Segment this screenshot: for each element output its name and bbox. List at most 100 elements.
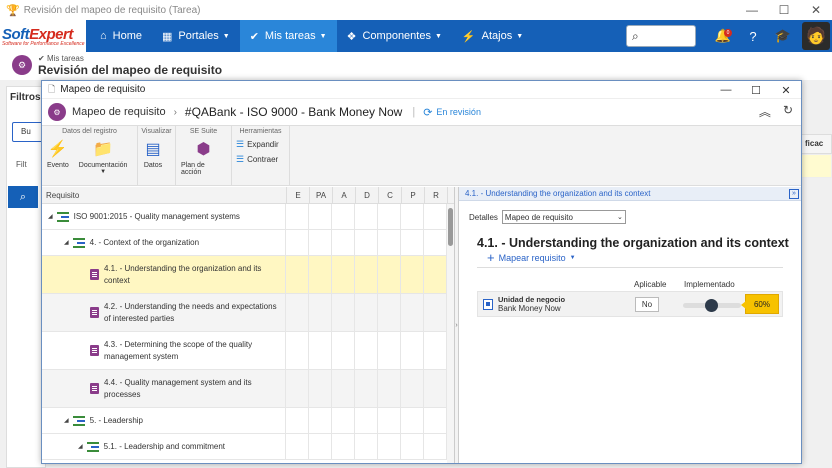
dialog-header: ⚙ Mapeo de requisito › #QABank - ISO 900… — [42, 99, 801, 125]
business-unit-row: Unidad de negocio Bank Money Now No 60% — [477, 291, 783, 317]
documentation-button[interactable]: 📁 Documentación ▼ — [74, 137, 133, 185]
user-avatar[interactable]: 🧑 — [802, 22, 830, 50]
dialog-titlebar: 🗋 Mapeo de requisito — ☐ ✕ — [42, 81, 801, 99]
caret-down-icon: ▼ — [434, 32, 442, 40]
column-header-c[interactable]: C — [379, 187, 402, 203]
table-row-selected[interactable]: 4.1. - Understanding the organization an… — [42, 256, 447, 294]
row-label: ISO 9001:2015 - Quality management syste… — [73, 211, 240, 221]
expand-tree-icon: ☰ — [236, 139, 245, 149]
nav-mis-tareas[interactable]: ✔ Mis tareas ▼ — [239, 20, 337, 52]
help-button[interactable]: ? — [738, 20, 768, 52]
table-row[interactable]: 4.4. - Quality management system and its… — [42, 370, 447, 408]
folder-icon: 📁 — [93, 141, 114, 158]
close-icon[interactable]: ✕ — [800, 0, 832, 20]
notifications-button[interactable]: 🔔 0 — [708, 20, 738, 52]
dialog-maximize-icon[interactable]: ☐ — [741, 81, 771, 99]
row-label: 4.1. - Understanding the organization an… — [104, 263, 262, 285]
collapse-triangle-icon[interactable]: ◢ — [64, 237, 69, 249]
expand-button-label: Expandir — [247, 140, 279, 149]
logo-tagline: Software for Performance Excellence — [2, 40, 85, 47]
grid-scrollbar[interactable] — [447, 204, 454, 463]
caret-down-icon: ▼ — [319, 32, 327, 40]
implementado-slider[interactable] — [683, 299, 741, 312]
action-plan-button[interactable]: ⬢ Plan de acción — [176, 137, 231, 185]
expand-button[interactable]: ☰ Expandir — [236, 139, 285, 150]
collapse-triangle-icon[interactable]: ◢ — [48, 211, 53, 223]
home-icon: ⌂ — [100, 30, 107, 42]
column-header-d[interactable]: D — [356, 187, 379, 203]
scrollbar-thumb[interactable] — [448, 208, 453, 246]
col-implementado-header: Implementado — [684, 280, 735, 289]
nav-mis-tareas-label: Mis tareas — [264, 30, 316, 42]
collapse-panel-icon[interactable]: » — [789, 189, 799, 199]
trophy-icon: 🏆 — [6, 4, 20, 17]
caret-down-icon: ▼ — [100, 169, 107, 175]
details-select[interactable]: Mapeo de requisito ⌄ — [501, 210, 626, 224]
details-label: Detalles — [469, 212, 498, 222]
reload-icon[interactable]: ↻ — [783, 103, 793, 120]
nav-componentes[interactable]: ❖ Componentes ▼ — [337, 20, 452, 52]
caret-down-icon: ▼ — [516, 32, 524, 40]
divider: | — [412, 106, 416, 118]
collapse-up-icon[interactable]: ︽ — [759, 103, 771, 120]
window-title: Revisión del mapeo de requisito (Tarea) — [23, 4, 201, 16]
structure-icon — [56, 211, 69, 222]
row-label: 4.3. - Determining the scope of the qual… — [104, 339, 253, 361]
global-search-input[interactable]: ⌕ — [626, 25, 696, 47]
column-header-a[interactable]: A — [333, 187, 356, 203]
event-button-label: Evento — [47, 162, 69, 169]
table-row[interactable]: ◢ 5. - Leadership — [42, 408, 447, 434]
dialog-breadcrumb[interactable]: Mapeo de requisito — [72, 106, 166, 118]
table-row[interactable]: 4.3. - Determining the scope of the qual… — [42, 332, 447, 370]
detail-header-title: 4.1. - Understanding the organization an… — [465, 189, 651, 198]
map-requirement-label: Mapear requisito — [498, 252, 566, 263]
collapse-button[interactable]: ☰ Contraer — [236, 154, 285, 165]
dialog-close-icon[interactable]: ✕ — [771, 81, 801, 99]
training-button[interactable]: 🎓 — [768, 20, 798, 52]
caret-down-icon: ▼ — [222, 32, 230, 40]
row-label: 4.2. - Understanding the needs and expec… — [104, 301, 277, 323]
notification-badge: 0 — [724, 29, 732, 37]
column-header-pa[interactable]: PA — [310, 187, 333, 203]
table-row[interactable]: ◢ 5.1. - Leadership and commitment — [42, 434, 447, 460]
table-row[interactable]: 4.2. - Understanding the needs and expec… — [42, 294, 447, 332]
minimize-icon[interactable]: — — [736, 0, 768, 20]
column-header-r[interactable]: R — [425, 187, 448, 203]
background-search-button[interactable]: ⌕ — [8, 186, 38, 208]
map-requirement-link[interactable]: + Mapear requisito ▼ — [487, 250, 576, 265]
collapse-triangle-icon[interactable]: ◢ — [78, 441, 83, 453]
requirement-icon — [90, 345, 99, 356]
grid-icon: ▦ — [162, 30, 173, 43]
page-breadcrumb[interactable]: Mis tareas — [47, 54, 84, 63]
background-search-input[interactable]: Bu — [12, 122, 44, 142]
requirement-mapping-dialog: 🗋 Mapeo de requisito — ☐ ✕ ⚙ Mapeo de re… — [41, 80, 802, 464]
collapse-triangle-icon[interactable]: ◢ — [64, 415, 69, 427]
column-header-e[interactable]: E — [287, 187, 310, 203]
business-unit-icon — [483, 298, 493, 310]
background-filters-toggle[interactable]: Filt — [16, 160, 27, 169]
caret-down-icon: ▼ — [569, 254, 576, 261]
nav-home[interactable]: ⌂ Home — [90, 20, 152, 52]
column-header-p[interactable]: P — [402, 187, 425, 203]
column-header-requisito[interactable]: Requisito — [42, 187, 287, 203]
chevron-right-icon: › — [455, 321, 458, 329]
maximize-icon[interactable]: ☐ — [768, 0, 800, 20]
nav-atajos[interactable]: ⚡ Atajos ▼ — [452, 20, 533, 52]
nav-portales[interactable]: ▦ Portales ▼ — [152, 20, 240, 52]
ribbon-group-tools: Herramientas ☰ Expandir ☰ Contraer — [232, 126, 290, 185]
col-aplicable-header: Aplicable — [634, 280, 667, 289]
help-icon: ? — [749, 28, 757, 44]
slider-knob[interactable] — [704, 299, 718, 312]
details-select-value: Mapeo de requisito — [504, 212, 573, 222]
table-row[interactable]: ◢ 4. - Context of the organization — [42, 230, 447, 256]
table-row[interactable]: ◢ ISO 9001:2015 - Quality management sys… — [42, 204, 447, 230]
aplicable-toggle[interactable]: No — [635, 297, 659, 312]
softexpert-logo[interactable]: SoftExpert Software for Performance Exce… — [0, 20, 86, 52]
detail-title: 4.1. - Understanding the organization an… — [477, 236, 789, 250]
event-button[interactable]: ⚡ Evento — [42, 137, 74, 185]
app-window-titlebar: 🏆 Revisión del mapeo de requisito (Tarea… — [0, 0, 832, 20]
details-selector-row: Detalles Mapeo de requisito ⌄ — [469, 210, 626, 224]
check-icon: ✔ — [249, 30, 259, 43]
data-button[interactable]: ▤ Datos — [138, 137, 168, 185]
dialog-minimize-icon[interactable]: — — [711, 81, 741, 99]
